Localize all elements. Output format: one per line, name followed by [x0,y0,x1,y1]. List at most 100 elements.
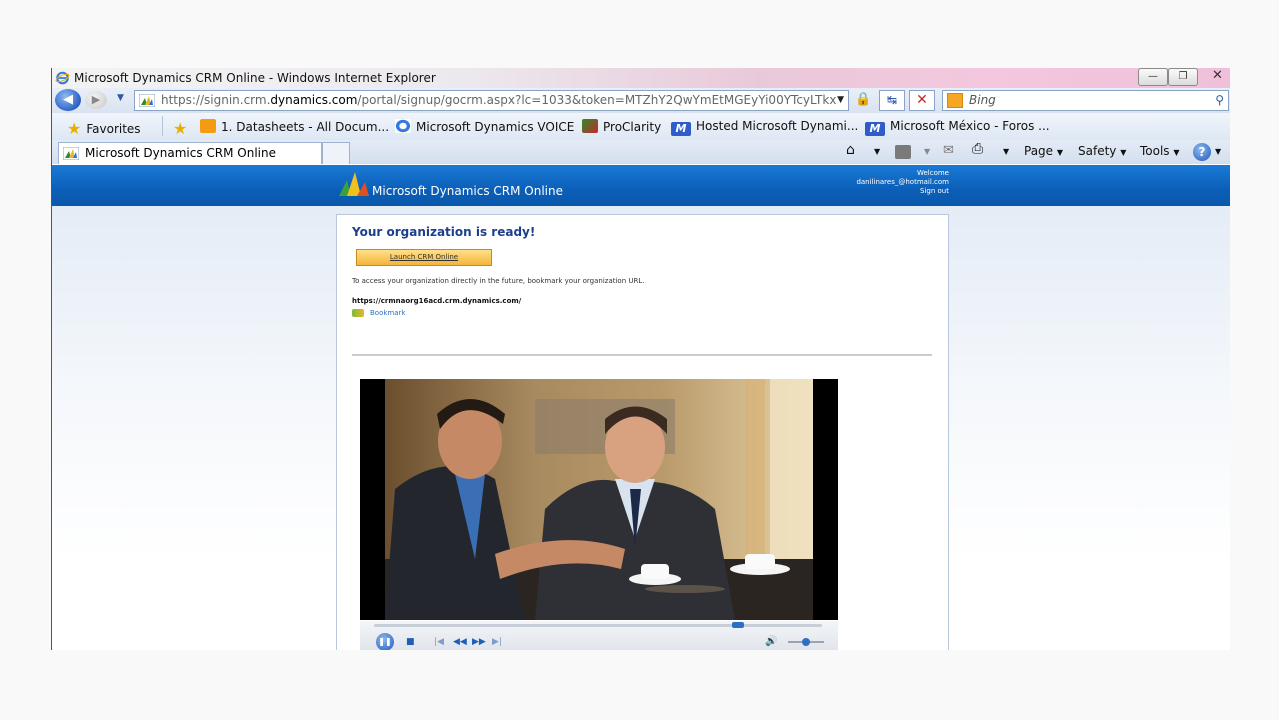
favorite-item-dynamics-voice[interactable]: Microsoft Dynamics VOICE [395,119,574,134]
msn-m-icon: M [671,122,691,136]
print-icon[interactable]: ⎙ [972,141,983,157]
skip-back-icon: |◀ [434,637,444,647]
lock-icon[interactable]: 🔒 [855,92,871,107]
dynamics-logo-icon [339,172,369,196]
pause-icon: ❚❚ [378,637,392,646]
fast-forward-button[interactable]: ▶▶ [472,637,486,647]
restore-button[interactable]: ❐ [1168,68,1198,86]
rewind-button[interactable]: ◀◀ [453,637,467,647]
title-bar: Microsoft Dynamics CRM Online - Windows … [52,68,1230,88]
add-favorite-button[interactable]: ★ [173,119,187,138]
dynamics-favicon-icon [139,94,155,107]
refresh-icon: ↹ [886,93,898,107]
user-panel: Welcome danilinares_@hotmail.com Sign ou… [856,169,949,196]
stop-video-button[interactable]: ■ [406,637,415,647]
stop-button[interactable]: ✕ [909,90,935,111]
favorite-label: Microsoft México - Foros ... [890,119,1050,133]
stop-icon: ✕ [916,92,928,108]
next-button[interactable]: ▶| [492,637,502,647]
favorite-item-microsoft-mexico[interactable]: M Microsoft México - Foros ... [865,119,1050,136]
chevron-down-icon: ▼ [1120,148,1127,157]
address-dropdown-icon[interactable]: ▼ [837,91,844,110]
favorite-item-proclarity[interactable]: ProClarity [582,119,661,134]
bookmark-icon [352,309,364,317]
favorite-item-datasheets[interactable]: 1. Datasheets - All Docum... [200,119,389,134]
favorite-label: Microsoft Dynamics VOICE [416,120,575,134]
url-path: /portal/signup/gocrm.aspx?lc=1033&token=… [357,93,837,107]
address-bar-row: ◀ ▶ ▼ https://signin.crm.dynamics.com/po… [52,88,1230,113]
new-tab-button[interactable] [322,142,350,164]
home-icon[interactable]: ⌂ [846,142,855,158]
favorites-label: Favorites [86,122,141,136]
refresh-button[interactable]: ↹ [879,90,905,111]
safety-menu[interactable]: Safety ▼ [1078,144,1126,158]
tools-menu-label: Tools [1140,144,1170,158]
favorites-button[interactable]: ★ Favorites [67,119,141,138]
close-button[interactable]: ✕ [1212,68,1223,83]
help-icon[interactable]: ? [1193,143,1211,161]
user-email: danilinares_@hotmail.com [856,178,949,186]
search-input[interactable]: Bing ⚲ [942,90,1229,111]
tools-menu[interactable]: Tools ▼ [1140,144,1180,158]
arrow-left-icon: ◀ [63,92,73,107]
minimize-button[interactable]: — [1138,68,1168,86]
favorite-label: Hosted Microsoft Dynami... [696,119,859,133]
browser-window: Microsoft Dynamics CRM Online - Windows … [51,68,1230,650]
chevron-down-icon: ▼ [117,93,124,103]
url-scheme: https://signin.crm. [161,93,271,107]
seek-thumb[interactable] [732,622,744,628]
favorite-item-hosted-dynamics[interactable]: M Hosted Microsoft Dynami... [671,119,858,136]
internet-explorer-icon [395,119,411,133]
launch-crm-button[interactable]: Launch CRM Online [356,249,492,266]
crm-title: Microsoft Dynamics CRM Online [372,184,564,198]
mail-icon[interactable]: ✉ [943,143,954,158]
url-domain: dynamics.com [270,93,358,107]
crm-header: Microsoft Dynamics CRM Online Welcome da… [52,165,1230,206]
access-instructions: To access your organization directly in … [352,277,645,285]
previous-button[interactable]: |◀ [434,637,444,647]
video-controls: ❚❚ ■ |◀ ◀◀ ▶▶ ▶| 🔊 [360,621,838,650]
msn-m-icon: M [865,122,885,136]
bookmark-link[interactable]: Bookmark [352,309,405,317]
window-title: Microsoft Dynamics CRM Online - Windows … [74,71,436,85]
page-menu[interactable]: Page ▼ [1024,144,1063,158]
internet-explorer-icon [55,71,70,85]
arrow-right-icon: ▶ [91,93,101,106]
mute-button[interactable]: 🔊 [765,636,777,647]
sign-out-link[interactable]: Sign out [856,187,949,196]
print-dropdown-icon[interactable]: ▼ [1003,147,1009,156]
pause-button[interactable]: ❚❚ [376,633,394,650]
tab-bar: Microsoft Dynamics CRM Online ⌂ ▼ ▼ ✉ ⎙ … [52,140,1230,164]
feeds-dropdown-icon[interactable]: ▼ [924,147,930,156]
add-star-icon: ★ [173,119,188,138]
home-dropdown-icon[interactable]: ▼ [874,147,880,156]
organization-url: https://crmnaorg16acd.crm.dynamics.com/ [352,297,522,305]
tab-crm-online[interactable]: Microsoft Dynamics CRM Online [58,142,322,164]
feeds-icon[interactable] [895,145,911,159]
search-icon[interactable]: ⚲ [1215,91,1224,110]
video-frame-image [385,379,813,620]
divider [352,354,932,356]
favorite-label: ProClarity [603,120,662,134]
address-input[interactable]: https://signin.crm.dynamics.com/portal/s… [134,90,849,111]
video-player[interactable] [360,379,838,620]
chevron-down-icon: ▼ [1173,148,1180,157]
history-dropdown[interactable]: ▼ [117,93,124,103]
chevron-down-icon: ▼ [1056,148,1064,157]
proclarity-icon [582,119,598,133]
page-menu-label: Page [1024,144,1054,158]
back-button[interactable]: ◀ [55,89,81,111]
speaker-icon: 🔊 [765,636,778,647]
fast-forward-icon: ▶▶ [472,637,486,647]
volume-knob[interactable] [802,638,810,646]
favorites-bar: ★ Favorites ★ 1. Datasheets - All Docum..… [52,113,1230,140]
bing-icon [947,93,963,108]
seek-bar[interactable] [374,622,822,628]
welcome-label: Welcome [916,169,949,177]
launch-label: Launch CRM Online [389,253,459,261]
volume-slider[interactable] [788,638,824,646]
tab-label: Microsoft Dynamics CRM Online [85,146,277,160]
forward-button[interactable]: ▶ [85,91,107,109]
help-dropdown-icon[interactable]: ▼ [1215,147,1221,156]
page-heading: Your organization is ready! [352,225,536,239]
